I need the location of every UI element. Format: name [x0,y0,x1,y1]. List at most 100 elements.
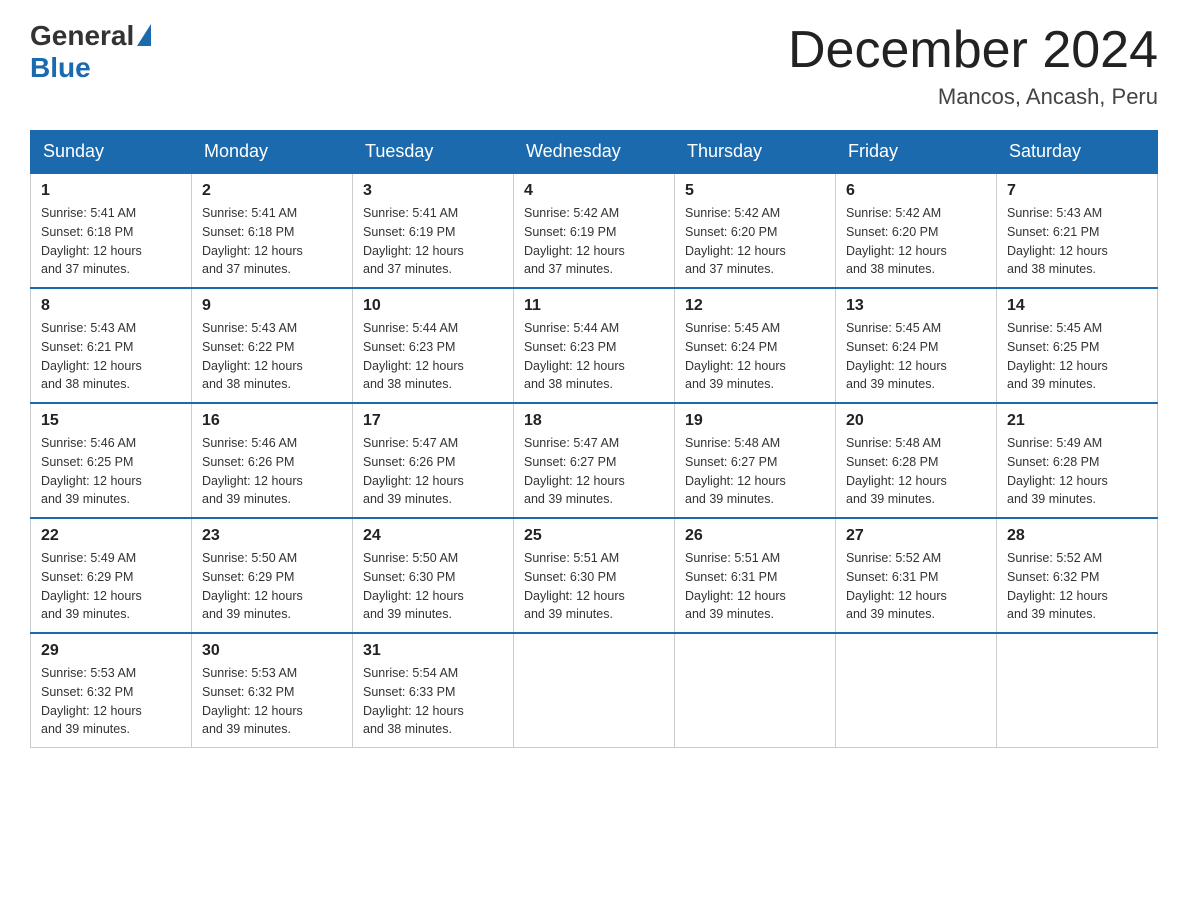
day-number: 10 [363,297,503,315]
day-cell: 1 Sunrise: 5:41 AMSunset: 6:18 PMDayligh… [31,173,192,288]
day-number: 7 [1007,182,1147,200]
day-number: 3 [363,182,503,200]
day-info: Sunrise: 5:41 AMSunset: 6:18 PMDaylight:… [202,206,303,276]
day-cell: 9 Sunrise: 5:43 AMSunset: 6:22 PMDayligh… [192,288,353,403]
month-title: December 2024 [788,20,1158,80]
day-info: Sunrise: 5:42 AMSunset: 6:20 PMDaylight:… [846,206,947,276]
day-cell: 4 Sunrise: 5:42 AMSunset: 6:19 PMDayligh… [514,173,675,288]
logo-triangle-icon [137,24,151,46]
logo-blue-text: Blue [30,52,91,84]
day-info: Sunrise: 5:41 AMSunset: 6:19 PMDaylight:… [363,206,464,276]
week-row-4: 22 Sunrise: 5:49 AMSunset: 6:29 PMDaylig… [31,518,1158,633]
day-cell: 30 Sunrise: 5:53 AMSunset: 6:32 PMDaylig… [192,633,353,748]
day-number: 11 [524,297,664,315]
day-info: Sunrise: 5:51 AMSunset: 6:30 PMDaylight:… [524,551,625,621]
day-info: Sunrise: 5:45 AMSunset: 6:25 PMDaylight:… [1007,321,1108,391]
day-number: 28 [1007,527,1147,545]
day-number: 19 [685,412,825,430]
day-number: 26 [685,527,825,545]
day-info: Sunrise: 5:53 AMSunset: 6:32 PMDaylight:… [202,666,303,736]
day-info: Sunrise: 5:45 AMSunset: 6:24 PMDaylight:… [846,321,947,391]
day-number: 29 [41,642,181,660]
day-cell: 20 Sunrise: 5:48 AMSunset: 6:28 PMDaylig… [836,403,997,518]
day-info: Sunrise: 5:50 AMSunset: 6:29 PMDaylight:… [202,551,303,621]
calendar-table: SundayMondayTuesdayWednesdayThursdayFrid… [30,130,1158,748]
day-info: Sunrise: 5:44 AMSunset: 6:23 PMDaylight:… [363,321,464,391]
day-cell: 17 Sunrise: 5:47 AMSunset: 6:26 PMDaylig… [353,403,514,518]
header-wednesday: Wednesday [514,131,675,174]
day-number: 6 [846,182,986,200]
day-number: 30 [202,642,342,660]
day-info: Sunrise: 5:46 AMSunset: 6:25 PMDaylight:… [41,436,142,506]
day-number: 25 [524,527,664,545]
day-info: Sunrise: 5:48 AMSunset: 6:28 PMDaylight:… [846,436,947,506]
day-cell: 26 Sunrise: 5:51 AMSunset: 6:31 PMDaylig… [675,518,836,633]
day-info: Sunrise: 5:50 AMSunset: 6:30 PMDaylight:… [363,551,464,621]
day-number: 15 [41,412,181,430]
day-cell: 18 Sunrise: 5:47 AMSunset: 6:27 PMDaylig… [514,403,675,518]
day-cell: 2 Sunrise: 5:41 AMSunset: 6:18 PMDayligh… [192,173,353,288]
header-monday: Monday [192,131,353,174]
day-info: Sunrise: 5:47 AMSunset: 6:26 PMDaylight:… [363,436,464,506]
header-tuesday: Tuesday [353,131,514,174]
day-cell: 6 Sunrise: 5:42 AMSunset: 6:20 PMDayligh… [836,173,997,288]
header-friday: Friday [836,131,997,174]
day-number: 9 [202,297,342,315]
day-cell: 21 Sunrise: 5:49 AMSunset: 6:28 PMDaylig… [997,403,1158,518]
calendar-header-row: SundayMondayTuesdayWednesdayThursdayFrid… [31,131,1158,174]
day-cell: 13 Sunrise: 5:45 AMSunset: 6:24 PMDaylig… [836,288,997,403]
day-info: Sunrise: 5:42 AMSunset: 6:20 PMDaylight:… [685,206,786,276]
day-number: 1 [41,182,181,200]
header-sunday: Sunday [31,131,192,174]
day-cell: 25 Sunrise: 5:51 AMSunset: 6:30 PMDaylig… [514,518,675,633]
day-cell: 28 Sunrise: 5:52 AMSunset: 6:32 PMDaylig… [997,518,1158,633]
day-info: Sunrise: 5:45 AMSunset: 6:24 PMDaylight:… [685,321,786,391]
day-cell [514,633,675,748]
header-saturday: Saturday [997,131,1158,174]
day-number: 31 [363,642,503,660]
day-cell: 12 Sunrise: 5:45 AMSunset: 6:24 PMDaylig… [675,288,836,403]
week-row-1: 1 Sunrise: 5:41 AMSunset: 6:18 PMDayligh… [31,173,1158,288]
day-info: Sunrise: 5:54 AMSunset: 6:33 PMDaylight:… [363,666,464,736]
day-number: 8 [41,297,181,315]
day-cell: 5 Sunrise: 5:42 AMSunset: 6:20 PMDayligh… [675,173,836,288]
location-title: Mancos, Ancash, Peru [788,84,1158,110]
day-cell: 14 Sunrise: 5:45 AMSunset: 6:25 PMDaylig… [997,288,1158,403]
week-row-2: 8 Sunrise: 5:43 AMSunset: 6:21 PMDayligh… [31,288,1158,403]
day-info: Sunrise: 5:48 AMSunset: 6:27 PMDaylight:… [685,436,786,506]
day-cell: 8 Sunrise: 5:43 AMSunset: 6:21 PMDayligh… [31,288,192,403]
day-number: 2 [202,182,342,200]
day-cell: 24 Sunrise: 5:50 AMSunset: 6:30 PMDaylig… [353,518,514,633]
day-info: Sunrise: 5:49 AMSunset: 6:28 PMDaylight:… [1007,436,1108,506]
day-number: 14 [1007,297,1147,315]
day-info: Sunrise: 5:51 AMSunset: 6:31 PMDaylight:… [685,551,786,621]
day-info: Sunrise: 5:44 AMSunset: 6:23 PMDaylight:… [524,321,625,391]
day-number: 4 [524,182,664,200]
day-info: Sunrise: 5:41 AMSunset: 6:18 PMDaylight:… [41,206,142,276]
day-cell: 16 Sunrise: 5:46 AMSunset: 6:26 PMDaylig… [192,403,353,518]
day-number: 17 [363,412,503,430]
day-info: Sunrise: 5:43 AMSunset: 6:21 PMDaylight:… [1007,206,1108,276]
day-cell: 29 Sunrise: 5:53 AMSunset: 6:32 PMDaylig… [31,633,192,748]
day-cell [836,633,997,748]
day-info: Sunrise: 5:46 AMSunset: 6:26 PMDaylight:… [202,436,303,506]
day-info: Sunrise: 5:52 AMSunset: 6:31 PMDaylight:… [846,551,947,621]
day-cell: 11 Sunrise: 5:44 AMSunset: 6:23 PMDaylig… [514,288,675,403]
logo-general-text: General [30,20,134,52]
day-cell [675,633,836,748]
day-info: Sunrise: 5:43 AMSunset: 6:21 PMDaylight:… [41,321,142,391]
day-info: Sunrise: 5:47 AMSunset: 6:27 PMDaylight:… [524,436,625,506]
day-cell: 23 Sunrise: 5:50 AMSunset: 6:29 PMDaylig… [192,518,353,633]
day-number: 20 [846,412,986,430]
day-number: 21 [1007,412,1147,430]
day-number: 12 [685,297,825,315]
header-thursday: Thursday [675,131,836,174]
day-cell: 22 Sunrise: 5:49 AMSunset: 6:29 PMDaylig… [31,518,192,633]
day-cell: 19 Sunrise: 5:48 AMSunset: 6:27 PMDaylig… [675,403,836,518]
day-number: 23 [202,527,342,545]
day-number: 22 [41,527,181,545]
week-row-3: 15 Sunrise: 5:46 AMSunset: 6:25 PMDaylig… [31,403,1158,518]
day-cell: 27 Sunrise: 5:52 AMSunset: 6:31 PMDaylig… [836,518,997,633]
day-cell: 15 Sunrise: 5:46 AMSunset: 6:25 PMDaylig… [31,403,192,518]
day-number: 5 [685,182,825,200]
